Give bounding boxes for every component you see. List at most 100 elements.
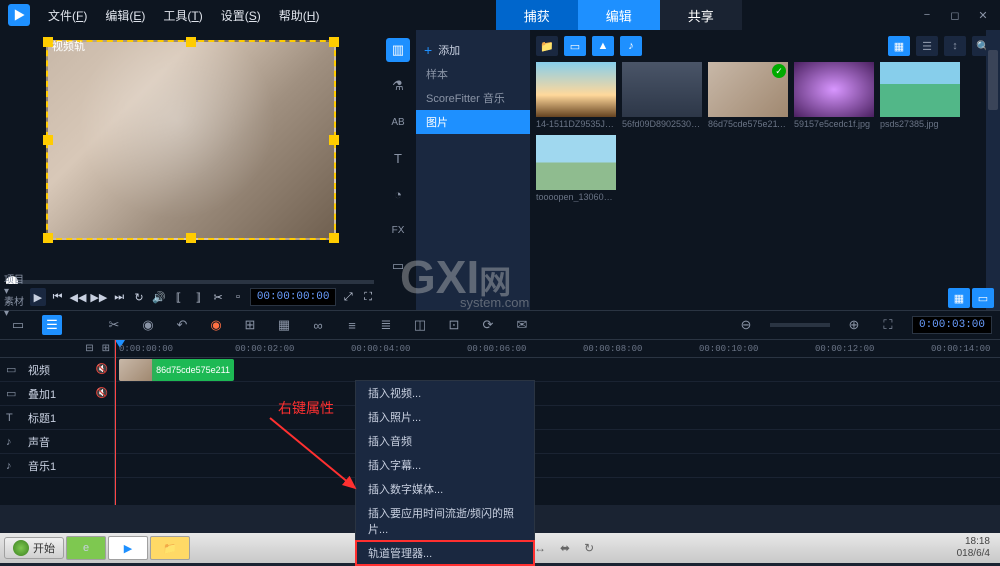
preview-viewport[interactable] <box>46 40 336 240</box>
resize-handle[interactable] <box>186 233 196 243</box>
track-header-voice[interactable]: ♪声音 <box>0 430 114 454</box>
expand-icon[interactable]: ⊞ <box>102 343 110 354</box>
filter-audio-icon[interactable]: ♪ <box>620 36 642 56</box>
add-category[interactable]: +添加 <box>416 38 530 62</box>
tool-icon[interactable]: ≡ <box>342 315 362 335</box>
tool-icon[interactable]: ✉ <box>512 315 532 335</box>
resize-handle[interactable] <box>186 37 196 47</box>
graphic-tab-icon[interactable]: ◔ <box>386 182 410 206</box>
ctx-insert-photo[interactable]: 插入照片... <box>356 405 534 429</box>
menu-file[interactable]: 文件(F) <box>48 7 87 24</box>
tool-icon[interactable]: ≣ <box>376 315 396 335</box>
media-scrollbar[interactable] <box>986 30 1000 310</box>
transition-tab-icon[interactable]: ⚗ <box>386 74 410 98</box>
resize-handle[interactable] <box>43 135 53 145</box>
tool-icon[interactable]: ◉ <box>206 315 226 335</box>
media-thumb[interactable]: ✓86d75cde575e211d5... <box>708 62 788 129</box>
import-folder-icon[interactable]: 📁 <box>536 36 558 56</box>
playhead-line[interactable] <box>115 340 116 505</box>
sort-icon[interactable]: ↕ <box>944 36 966 56</box>
task-item[interactable]: ▶ <box>108 536 148 560</box>
start-button[interactable]: 开始 <box>4 537 64 559</box>
tool-icon[interactable]: ↶ <box>172 315 192 335</box>
ctx-insert-subtitle[interactable]: 插入字幕... <box>356 453 534 477</box>
filter-tab-icon[interactable]: FX <box>386 218 410 242</box>
source-selector[interactable]: 项目▾素材▾ <box>4 275 26 319</box>
system-clock[interactable]: 18:18 018/6/4 <box>957 536 996 560</box>
text-tab-icon[interactable]: T <box>386 146 410 170</box>
timecode-display[interactable]: 00:00:00:00 <box>250 288 337 306</box>
category-item[interactable]: ScoreFitter 音乐 <box>416 86 530 110</box>
ctx-insert-digital[interactable]: 插入数字媒体... <box>356 477 534 501</box>
track-header-video[interactable]: ▭视频🔇 <box>0 358 114 382</box>
zoom-in-icon[interactable]: ⊕ <box>844 315 864 335</box>
resize-handle[interactable] <box>329 37 339 47</box>
minimize-button[interactable]: − <box>918 6 936 24</box>
mute-icon[interactable]: 🔇 <box>96 388 108 399</box>
fit-button[interactable]: ⤢ <box>340 288 356 306</box>
rotate-icon[interactable]: ↻ <box>584 541 594 555</box>
prev-frame-button[interactable]: ⏮ <box>50 288 66 306</box>
track-row[interactable]: 86d75cde575e211 <box>115 358 1000 382</box>
play-button[interactable]: ▶ <box>30 288 46 306</box>
resize-handle[interactable] <box>329 135 339 145</box>
rewind-button[interactable]: ◀◀ <box>70 288 87 306</box>
track-row[interactable] <box>115 406 1000 430</box>
volume-button[interactable]: 🔊 <box>151 288 167 306</box>
tool-icon[interactable]: ∞ <box>308 315 328 335</box>
tool-icon[interactable]: ◉ <box>138 315 158 335</box>
tool-icon[interactable]: ⊞ <box>240 315 260 335</box>
menu-settings[interactable]: 设置(S) <box>221 7 261 24</box>
media-thumb[interactable]: toooopen_13060231.jpg <box>536 135 616 202</box>
split-button[interactable]: ✂ <box>210 288 226 306</box>
ctx-insert-audio[interactable]: 插入音频 <box>356 429 534 453</box>
ctx-insert-timelapse[interactable]: 插入要应用时间流逝/频闪的照片... <box>356 501 534 541</box>
filter-photo-icon[interactable]: ▲ <box>592 36 614 56</box>
forward-button[interactable]: ▶▶ <box>90 288 107 306</box>
ctx-track-manager[interactable]: 轨道管理器... <box>356 541 534 565</box>
track-row[interactable] <box>115 430 1000 454</box>
media-thumb[interactable]: psds27385.jpg <box>880 62 960 129</box>
path-tab-icon[interactable]: ▭ <box>386 254 410 278</box>
track-header-title[interactable]: T标题1 <box>0 406 114 430</box>
resize-handle[interactable] <box>329 233 339 243</box>
tab-edit[interactable]: 编辑 <box>578 0 660 31</box>
next-frame-button[interactable]: ⏭ <box>111 288 127 306</box>
resize-handle[interactable] <box>43 233 53 243</box>
loop-button[interactable]: ↻ <box>131 288 147 306</box>
close-button[interactable]: ✕ <box>974 6 992 24</box>
title-tab-icon[interactable]: AB <box>386 110 410 134</box>
zoom-slider[interactable] <box>770 323 830 327</box>
filter-video-icon[interactable]: ▭ <box>564 36 586 56</box>
mark-out-button[interactable]: ⟧ <box>190 288 206 306</box>
time-ruler[interactable]: 0:00:00:00 00:00:02:00 00:00:04:00 00:00… <box>115 340 1000 358</box>
tool-icon[interactable]: ⟳ <box>478 315 498 335</box>
category-item[interactable]: 样本 <box>416 62 530 86</box>
media-thumb[interactable]: 14-1511DZ9535JK.jpg <box>536 62 616 129</box>
snapshot-button[interactable]: ▫ <box>230 288 246 306</box>
tool-icon[interactable]: ◫ <box>410 315 430 335</box>
media-thumb[interactable]: 56fd09D89025306996... <box>622 62 702 129</box>
task-item[interactable]: 📁 <box>150 536 190 560</box>
tool-icon[interactable]: ▦ <box>274 315 294 335</box>
maximize-button[interactable]: ◻ <box>946 6 964 24</box>
collapse-icon[interactable]: ⊟ <box>85 343 93 354</box>
task-item[interactable]: e <box>66 536 106 560</box>
view-list-icon[interactable]: ☰ <box>916 36 938 56</box>
menu-help[interactable]: 帮助(H) <box>279 7 320 24</box>
track-row[interactable] <box>115 454 1000 478</box>
fit-width-icon[interactable]: ↔ <box>534 541 546 555</box>
mark-in-button[interactable]: ⟦ <box>171 288 187 306</box>
timeline-timecode[interactable]: 0:00:03:00 <box>912 316 992 334</box>
tab-capture[interactable]: 捕获 <box>496 0 578 31</box>
zoom-out-icon[interactable]: ⊖ <box>736 315 756 335</box>
menu-tools[interactable]: 工具(T) <box>163 7 202 24</box>
fullscreen-button[interactable]: ⛶ <box>360 288 376 306</box>
track-row[interactable] <box>115 382 1000 406</box>
tool-icon[interactable]: ⊡ <box>444 315 464 335</box>
tool-icon[interactable]: ✂ <box>104 315 124 335</box>
media-thumb[interactable]: 59157e5cedc1f.jpg <box>794 62 874 129</box>
category-item[interactable]: 图片 <box>416 110 530 134</box>
menu-edit[interactable]: 编辑(E) <box>105 7 145 24</box>
timeline-clip[interactable]: 86d75cde575e211 <box>119 359 234 381</box>
